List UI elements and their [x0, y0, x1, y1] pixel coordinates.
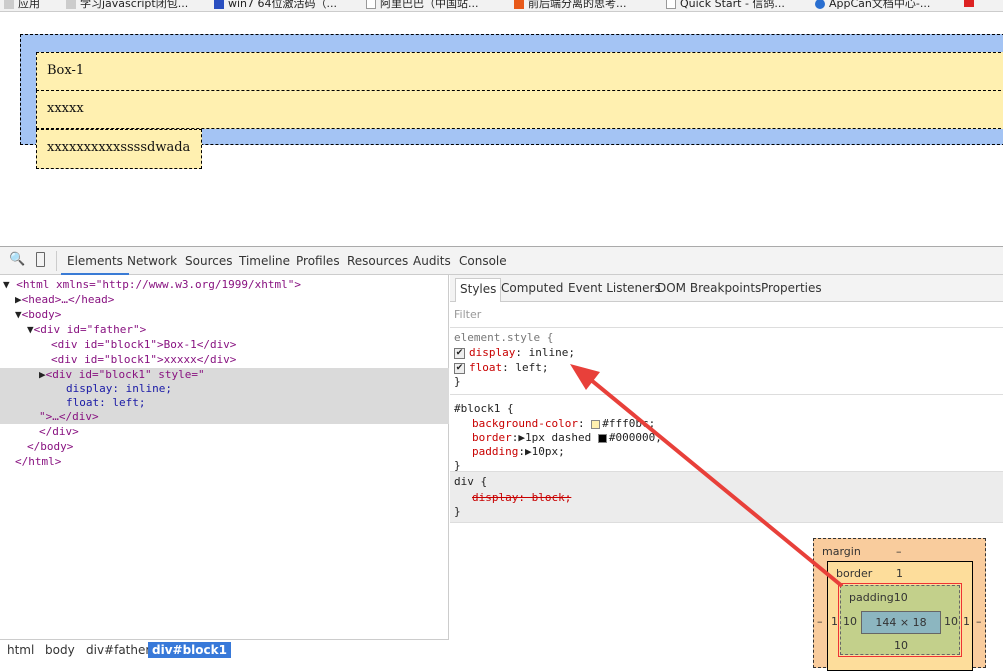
annotation-arrow: [570, 364, 844, 588]
arrow-line: [583, 373, 844, 588]
